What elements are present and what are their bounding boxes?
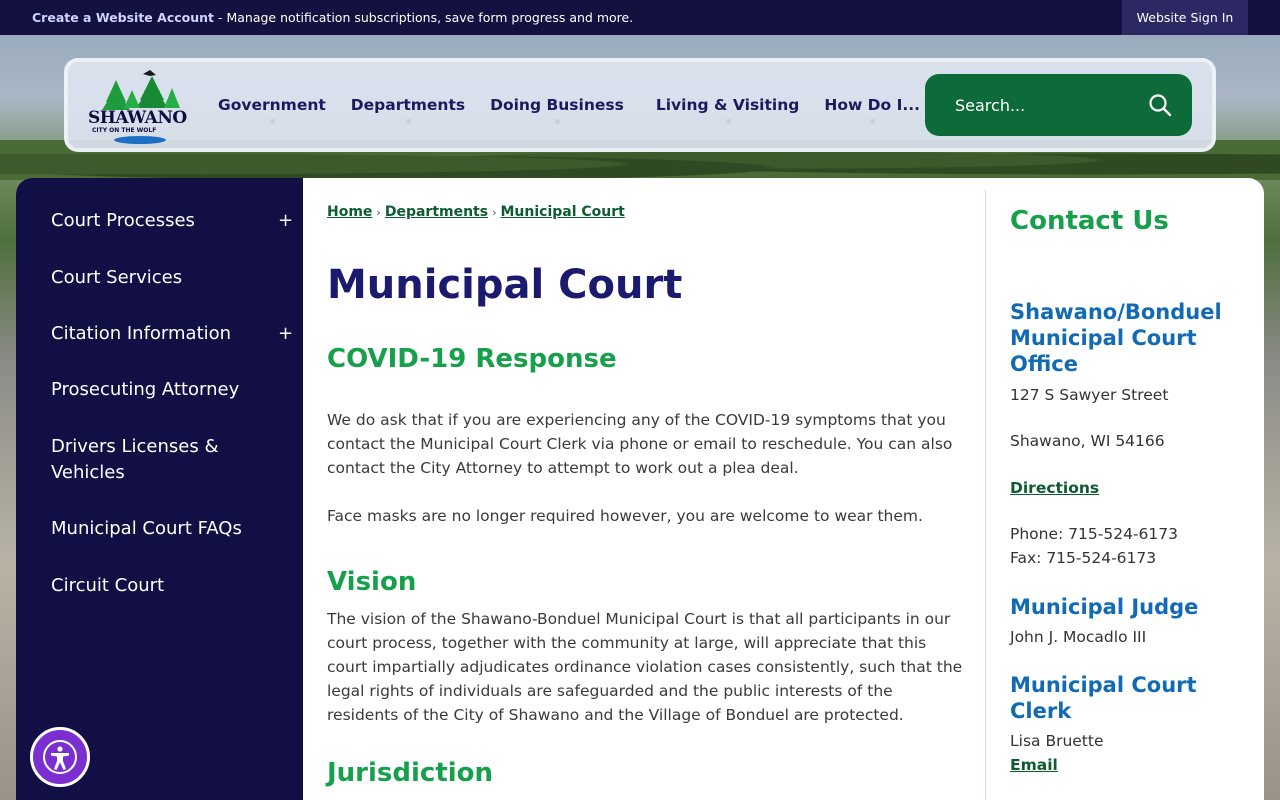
nav-living-visiting[interactable]: Living & Visiting (656, 62, 799, 148)
nav-departments[interactable]: Departments (351, 62, 465, 148)
nav-dot (870, 119, 876, 124)
covid-paragraph: We do ask that if you are experiencing a… (327, 411, 953, 477)
column-divider (985, 190, 986, 800)
sidebar-item-court-services[interactable]: Court Services (51, 265, 291, 291)
clerk-email-link[interactable]: Email (1010, 756, 1058, 774)
expand-icon[interactable]: + (278, 208, 293, 234)
covid-heading: COVID-19 Response (327, 344, 617, 374)
judge-name: John J. Mocadlo III (1010, 628, 1147, 646)
jurisdiction-heading: Jurisdiction (327, 758, 494, 788)
sidebar-item-label: Court Services (51, 267, 183, 288)
nav-dot (725, 119, 731, 124)
sidebar-item-label: Municipal Court FAQs (51, 518, 242, 539)
account-message: Create a Website Account - Manage notifi… (32, 10, 633, 25)
vision-heading: Vision (327, 567, 417, 597)
nav-label: Doing Business (490, 96, 624, 114)
site-logo[interactable]: SHAWANO CITY ON THE WOLF (88, 68, 192, 144)
office-address-line2: Shawano, WI 54166 (1010, 432, 1165, 450)
accessibility-icon (43, 740, 77, 774)
office-heading: Shawano/Bonduel Municipal Court Office (1010, 300, 1222, 376)
breadcrumb-separator: › (376, 206, 381, 219)
site-header: SHAWANO CITY ON THE WOLF Government Depa… (64, 58, 1216, 152)
judge-heading: Municipal Judge (1010, 595, 1199, 619)
logo-wordmark: SHAWANO (88, 108, 187, 128)
sidebar-item-citation-information[interactable]: Citation Information + (51, 321, 293, 347)
main-content: Home › Departments › Municipal Court Municip… (327, 178, 967, 800)
breadcrumb-departments[interactable]: Departments (385, 204, 488, 220)
nav-how-do-i[interactable]: How Do I... (824, 62, 920, 148)
logo-tagline: CITY ON THE WOLF (92, 127, 157, 134)
expand-icon[interactable]: + (278, 321, 293, 347)
contact-heading: Contact Us (1010, 206, 1169, 236)
main-nav: Government Departments Doing Business Li… (218, 62, 945, 148)
clerk-name: Lisa Bruette (1010, 732, 1104, 750)
breadcrumb-municipal-court[interactable]: Municipal Court (501, 204, 625, 220)
nav-dot (405, 119, 411, 124)
breadcrumb-home[interactable]: Home (327, 204, 372, 220)
sidebar-item-court-processes[interactable]: Court Processes + (51, 208, 293, 234)
sidebar-item-circuit-court[interactable]: Circuit Court (51, 573, 291, 599)
nav-label: Departments (350, 96, 466, 114)
page-title: Municipal Court (327, 262, 683, 308)
office-fax: Fax: 715-524-6173 (1010, 549, 1157, 567)
breadcrumb-separator: › (492, 206, 497, 219)
sidebar-item-label: Citation Information (51, 323, 232, 344)
directions-link[interactable]: Directions (1010, 479, 1099, 497)
sidebar-item-drivers-licenses[interactable]: Drivers Licenses & Vehicles (51, 434, 241, 486)
search-box (925, 74, 1192, 136)
breadcrumb: Home › Departments › Municipal Court (327, 204, 625, 220)
sidebar-item-label: Prosecuting Attorney (51, 379, 240, 400)
search-icon[interactable] (1148, 93, 1172, 117)
sidebar-item-label: Court Processes (51, 210, 195, 231)
website-sign-in-button[interactable]: Website Sign In (1122, 0, 1248, 35)
sidebar: Court Processes + Court Services Citatio… (16, 178, 303, 800)
nav-label: How Do I... (824, 96, 921, 114)
sidebar-item-prosecuting-attorney[interactable]: Prosecuting Attorney (51, 377, 291, 403)
top-bar: Create a Website Account - Manage notifi… (0, 0, 1280, 35)
vision-paragraph: The vision of the Shawano-Bonduel Munici… (327, 610, 963, 724)
nav-label: Government (218, 96, 326, 114)
mask-paragraph: Face masks are no longer required howeve… (327, 507, 923, 525)
clerk-heading: Municipal Court Clerk (1010, 673, 1197, 723)
nav-dot (554, 119, 560, 124)
nav-government[interactable]: Government (218, 62, 326, 148)
nav-doing-business[interactable]: Doing Business (490, 62, 624, 148)
sidebar-item-court-faqs[interactable]: Municipal Court FAQs (51, 516, 291, 542)
nav-label: Living & Visiting (655, 96, 800, 114)
main-container: Court Processes + Court Services Citatio… (16, 178, 1264, 800)
nav-dot (269, 119, 275, 124)
sidebar-item-label: Circuit Court (51, 575, 165, 596)
search-input[interactable] (955, 92, 1135, 118)
accessibility-button[interactable] (30, 727, 90, 787)
office-address-line1: 127 S Sawyer Street (1010, 386, 1169, 404)
office-phone: Phone: 715-524-6173 (1010, 525, 1178, 543)
sidebar-item-label: Drivers Licenses & Vehicles (51, 436, 219, 483)
account-message-text: - Manage notification subscriptions, sav… (214, 10, 634, 25)
create-account-link[interactable]: Create a Website Account (32, 10, 214, 25)
